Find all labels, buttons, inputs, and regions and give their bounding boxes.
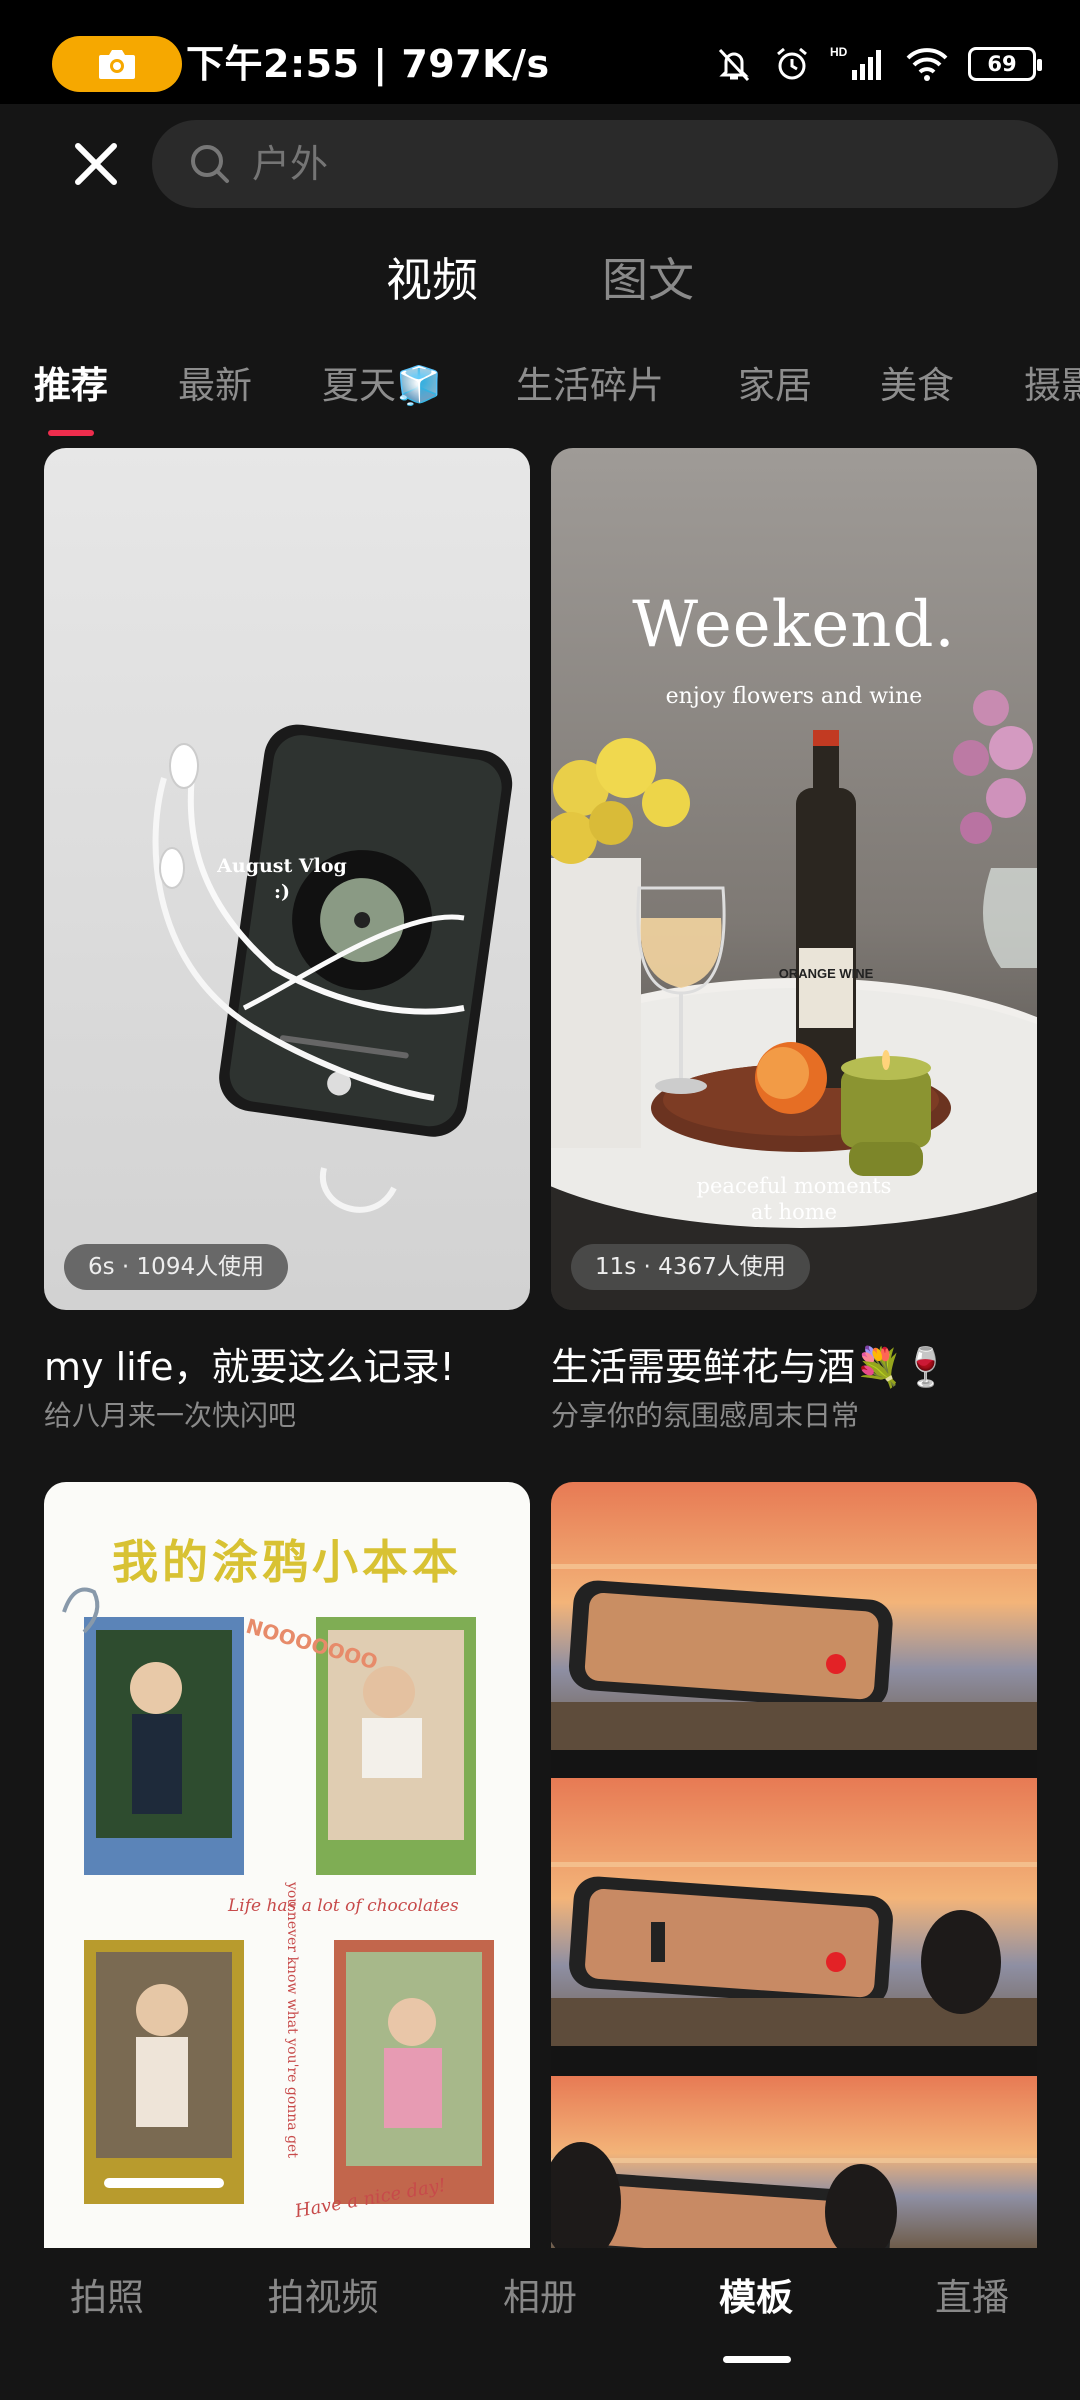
close-button[interactable] xyxy=(68,136,124,192)
hd-label: HD xyxy=(830,45,848,59)
template-card-1[interactable]: August Vlog :) 6s · 1094人使用 xyxy=(44,448,530,1310)
nav-live[interactable]: 直播 xyxy=(882,2248,1062,2348)
category-tab-food[interactable]: 美食 xyxy=(880,358,954,414)
status-bar: 下午2:55 | 797K/s HD 69 xyxy=(0,0,1080,104)
category-tab-photography[interactable]: 摄影 xyxy=(1024,358,1080,414)
usage-badge: 6s · 1094人使用 xyxy=(64,1244,289,1290)
screen-record-indicator[interactable] xyxy=(52,36,182,92)
search-bar[interactable] xyxy=(152,120,1058,208)
card-3-overlay-side: you never know what you're gonna get xyxy=(284,1882,300,2158)
category-tab-recommended[interactable]: 推荐 xyxy=(34,358,108,414)
thumbnail-sunset-beach xyxy=(551,1482,1037,2248)
bell-muted-icon xyxy=(718,48,750,82)
category-tab-summer[interactable]: 夏天🧊 xyxy=(322,358,442,414)
nav-active-indicator xyxy=(723,2356,791,2363)
template-card-3[interactable]: 我的涂鸦小本本 NOOOOOOO Life has a lot of choco… xyxy=(44,1482,530,2248)
card-3-overlay-title: 我的涂鸦小本本 xyxy=(112,1535,462,1589)
usage-badge: 11s · 4367人使用 xyxy=(571,1244,810,1290)
card-1-subtitle: 给八月来一次快闪吧 xyxy=(44,1399,297,1432)
search-input[interactable] xyxy=(252,120,1012,208)
card-1-overlay-text: August Vlog :) xyxy=(217,855,347,903)
card-3-overlay-note: Life has a lot of chocolates xyxy=(228,1896,459,1916)
card-2-overlay-subtitle: enjoy flowers and wine xyxy=(665,684,923,709)
alarm-icon xyxy=(777,47,807,80)
category-active-indicator xyxy=(48,430,94,436)
card-2-overlay-bottom-1: peaceful moments xyxy=(696,1174,892,1198)
nav-templates[interactable]: 模板 xyxy=(666,2248,846,2348)
card-2-title[interactable]: 生活需要鲜花与酒💐🍷 xyxy=(551,1340,950,1394)
card-2-overlay-bottom-2: at home xyxy=(750,1200,838,1224)
bottle-label: ORANGE WINE xyxy=(779,966,874,981)
card-2-overlay-title: Weekend. xyxy=(632,588,956,662)
card-2-subtitle: 分享你的氛围感周末日常 xyxy=(551,1399,860,1432)
nav-album[interactable]: 相册 xyxy=(450,2248,630,2348)
template-card-4[interactable] xyxy=(551,1482,1037,2248)
wifi-icon xyxy=(906,48,948,81)
tab-image-text[interactable]: 图文 xyxy=(602,248,694,312)
category-tabs: 推荐 最新 夏天🧊 生活碎片 家居 美食 摄影 xyxy=(0,358,1080,438)
nav-video[interactable]: 拍视频 xyxy=(233,2248,413,2348)
nav-photo[interactable]: 拍照 xyxy=(17,2248,197,2348)
close-icon xyxy=(75,143,117,185)
bottom-nav: 拍照 拍视频 相册 模板 直播 xyxy=(0,2248,1080,2400)
category-tab-latest[interactable]: 最新 xyxy=(178,358,252,414)
battery-indicator: 69 xyxy=(968,47,1042,81)
search-icon xyxy=(191,145,229,183)
camera-icon xyxy=(99,50,135,79)
category-tab-life-fragments[interactable]: 生活碎片 xyxy=(516,358,664,414)
status-time-speed: 下午2:55 | 797K/s xyxy=(186,42,550,86)
status-icons: HD 69 xyxy=(714,36,1042,92)
category-tab-home[interactable]: 家居 xyxy=(738,358,812,414)
card-1-title[interactable]: my life，就要这么记录! xyxy=(44,1340,455,1394)
signal-icon: HD xyxy=(830,45,881,80)
tab-video[interactable]: 视频 xyxy=(386,248,478,312)
template-card-2[interactable]: ORANGE WINE Weekend. enjoy flowers and w… xyxy=(551,448,1037,1310)
